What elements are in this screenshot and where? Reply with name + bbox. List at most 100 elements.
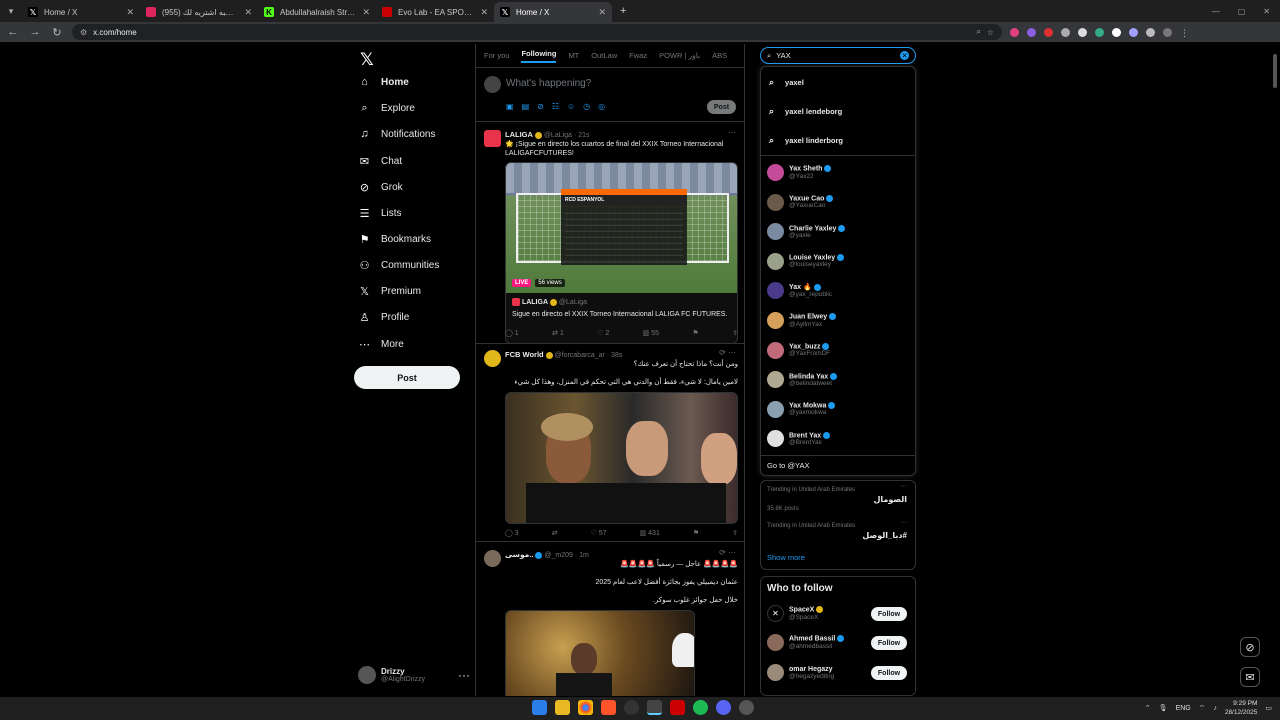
puzzle-icon[interactable]	[1146, 27, 1155, 37]
messages-float-icon[interactable]: ✉	[1240, 667, 1260, 687]
schedule-icon[interactable]: ◷	[583, 102, 590, 111]
user-result[interactable]: Belinda Yax @belindatweet	[767, 371, 838, 389]
retweet-button[interactable]: ⇄ 1	[552, 329, 564, 337]
nav-communities[interactable]: ⚇ Communities	[358, 259, 440, 272]
nav-profile[interactable]: ♙ Profile	[358, 311, 410, 324]
menu-kebab-icon[interactable]: ⋮	[1180, 28, 1189, 38]
tab-fwaz[interactable]: Fwaz	[629, 51, 647, 60]
nav-bookmarks[interactable]: ⚑ Bookmarks	[358, 233, 431, 246]
clear-search-icon[interactable]: ✕	[900, 51, 909, 60]
user-result[interactable]: Yax_buzz @YaxFromDF	[767, 341, 830, 359]
profile-avatar[interactable]	[1163, 27, 1172, 37]
app-icon[interactable]	[670, 700, 685, 715]
nav-more[interactable]: ⋯ More	[358, 338, 404, 351]
obs-icon[interactable]	[624, 700, 639, 715]
tweet-photo[interactable]	[505, 610, 695, 696]
brave-icon[interactable]	[601, 700, 616, 715]
nav-chat[interactable]: ✉ Chat	[358, 155, 402, 168]
follow-button[interactable]: Follow	[871, 666, 907, 680]
tab-powr[interactable]: POWR | باور	[659, 51, 700, 60]
windows-start-icon[interactable]	[532, 700, 547, 715]
follow-button[interactable]: Follow	[871, 636, 907, 650]
close-tab-icon[interactable]: ✕	[244, 7, 252, 18]
app-icon[interactable]	[739, 700, 754, 715]
search-suggestion[interactable]: ⌕ yaxel lendeborg	[769, 106, 842, 117]
close-tab-icon[interactable]: ✕	[480, 7, 488, 18]
show-more-link[interactable]: Show more	[767, 553, 805, 562]
follow-suggestion[interactable]: omar Hegazy @hegazyeditng	[767, 664, 834, 681]
more-icon[interactable]: ···	[900, 519, 907, 526]
extension-icon[interactable]	[1044, 27, 1053, 37]
image-icon[interactable]: ▣	[506, 102, 514, 111]
author-avatar[interactable]	[484, 550, 501, 567]
retweet-button[interactable]: ⇄	[552, 529, 558, 537]
emoji-icon[interactable]: ☺	[567, 102, 575, 111]
reload-icon[interactable]: ↻	[50, 26, 64, 39]
chrome-icon[interactable]	[578, 700, 593, 715]
tweet-time[interactable]: 1m	[579, 552, 589, 559]
active-app-icon[interactable]	[647, 700, 662, 715]
video-thumbnail[interactable]: RCD ESPANYOL LIVE 56 views	[506, 163, 737, 293]
poll-icon[interactable]: ☷	[552, 102, 559, 111]
site-info-icon[interactable]: ⚙	[80, 28, 87, 37]
more-icon[interactable]: ···	[900, 483, 907, 490]
more-icon[interactable]: ···	[728, 128, 736, 137]
tab-mt[interactable]: MT	[568, 51, 579, 60]
laliga-avatar[interactable]	[484, 130, 501, 147]
volume-icon[interactable]: ♪	[1213, 705, 1217, 712]
follow-suggestion[interactable]: ✕ SpaceX @SpaceX	[767, 605, 824, 622]
tweet[interactable]: LALIGA @LaLiga · 21s ··· 🌟 ¡Sigue en dir…	[476, 122, 744, 344]
tweet-time[interactable]: 38s	[611, 352, 622, 359]
like-button[interactable]: ♡ 2	[597, 329, 609, 337]
user-result[interactable]: Yaxue Cao @YaxueCao	[767, 193, 834, 211]
go-to-profile-link[interactable]: Go to @YAX	[767, 461, 810, 470]
user-result[interactable]: Yax Mokwa @yaxmokwa	[767, 400, 836, 418]
search-box[interactable]: ⌕ YAX ✕	[760, 47, 916, 64]
compose-input[interactable]: What's happening?	[506, 78, 591, 89]
spotify-icon[interactable]	[693, 700, 708, 715]
extension-icon[interactable]	[1112, 27, 1121, 37]
mic-icon[interactable]: 🎙	[1159, 704, 1168, 712]
more-icon[interactable]: ⟳ ···	[719, 548, 736, 557]
tab-search-icon[interactable]: ▾	[0, 6, 22, 17]
author-name[interactable]: LALIGA	[505, 130, 533, 139]
quoted-card[interactable]: RCD ESPANYOL LIVE 56 views LALIGA @LaLig…	[505, 162, 738, 344]
search-suggestion[interactable]: ⌕ yaxel linderborg	[769, 135, 843, 146]
extension-icon[interactable]	[1078, 27, 1087, 37]
location-icon[interactable]: ◎	[598, 102, 605, 111]
nav-home[interactable]: ⌂ Home	[358, 76, 409, 88]
zoom-icon[interactable]: ⌕	[976, 27, 980, 37]
follow-button[interactable]: Follow	[871, 607, 907, 621]
maximize-icon[interactable]: ▢	[1238, 7, 1246, 16]
author-name[interactable]: FCB World	[505, 350, 544, 359]
search-suggestion[interactable]: ⌕ yaxel	[769, 77, 804, 88]
chevron-up-icon[interactable]: ⌃	[1145, 704, 1151, 712]
nav-premium[interactable]: 𝕏 Premium	[358, 285, 421, 298]
discord-icon[interactable]	[716, 700, 731, 715]
user-result[interactable]: Brent Yax @BrentYax	[767, 430, 831, 448]
browser-tab[interactable]: اي شي للسبه اشتريه لك (955) ✕	[140, 2, 258, 22]
minimize-icon[interactable]: —	[1212, 7, 1220, 16]
views-button[interactable]: ▥ 431	[640, 529, 660, 537]
scrollbar-thumb[interactable]	[1273, 54, 1277, 88]
close-tab-icon[interactable]: ✕	[598, 7, 606, 18]
gif-icon[interactable]: ▤	[522, 102, 530, 111]
post-button[interactable]: Post	[354, 366, 460, 389]
language-indicator[interactable]: ENG	[1176, 705, 1191, 712]
tab-outlaw[interactable]: OutLaw	[591, 51, 617, 60]
wifi-icon[interactable]: ⌔	[1199, 704, 1206, 713]
search-input[interactable]: YAX	[776, 51, 790, 60]
trend-name[interactable]: #دبا_الوصل	[862, 531, 907, 540]
tab-for-you[interactable]: For you	[484, 51, 509, 60]
file-explorer-icon[interactable]	[555, 700, 570, 715]
x-logo-icon[interactable]: 𝕏	[360, 50, 374, 70]
forward-icon[interactable]: →	[28, 26, 42, 38]
extension-icon[interactable]	[1010, 27, 1019, 37]
grok-float-icon[interactable]: ⊘	[1240, 637, 1260, 657]
author-name[interactable]: موسى..	[505, 550, 533, 559]
new-tab-icon[interactable]: +	[620, 5, 626, 17]
back-icon[interactable]: ←	[6, 26, 20, 38]
like-button[interactable]: ♡ 57	[591, 529, 607, 537]
bookmark-star-icon[interactable]: ☆	[987, 28, 994, 37]
close-tab-icon[interactable]: ✕	[362, 7, 370, 18]
